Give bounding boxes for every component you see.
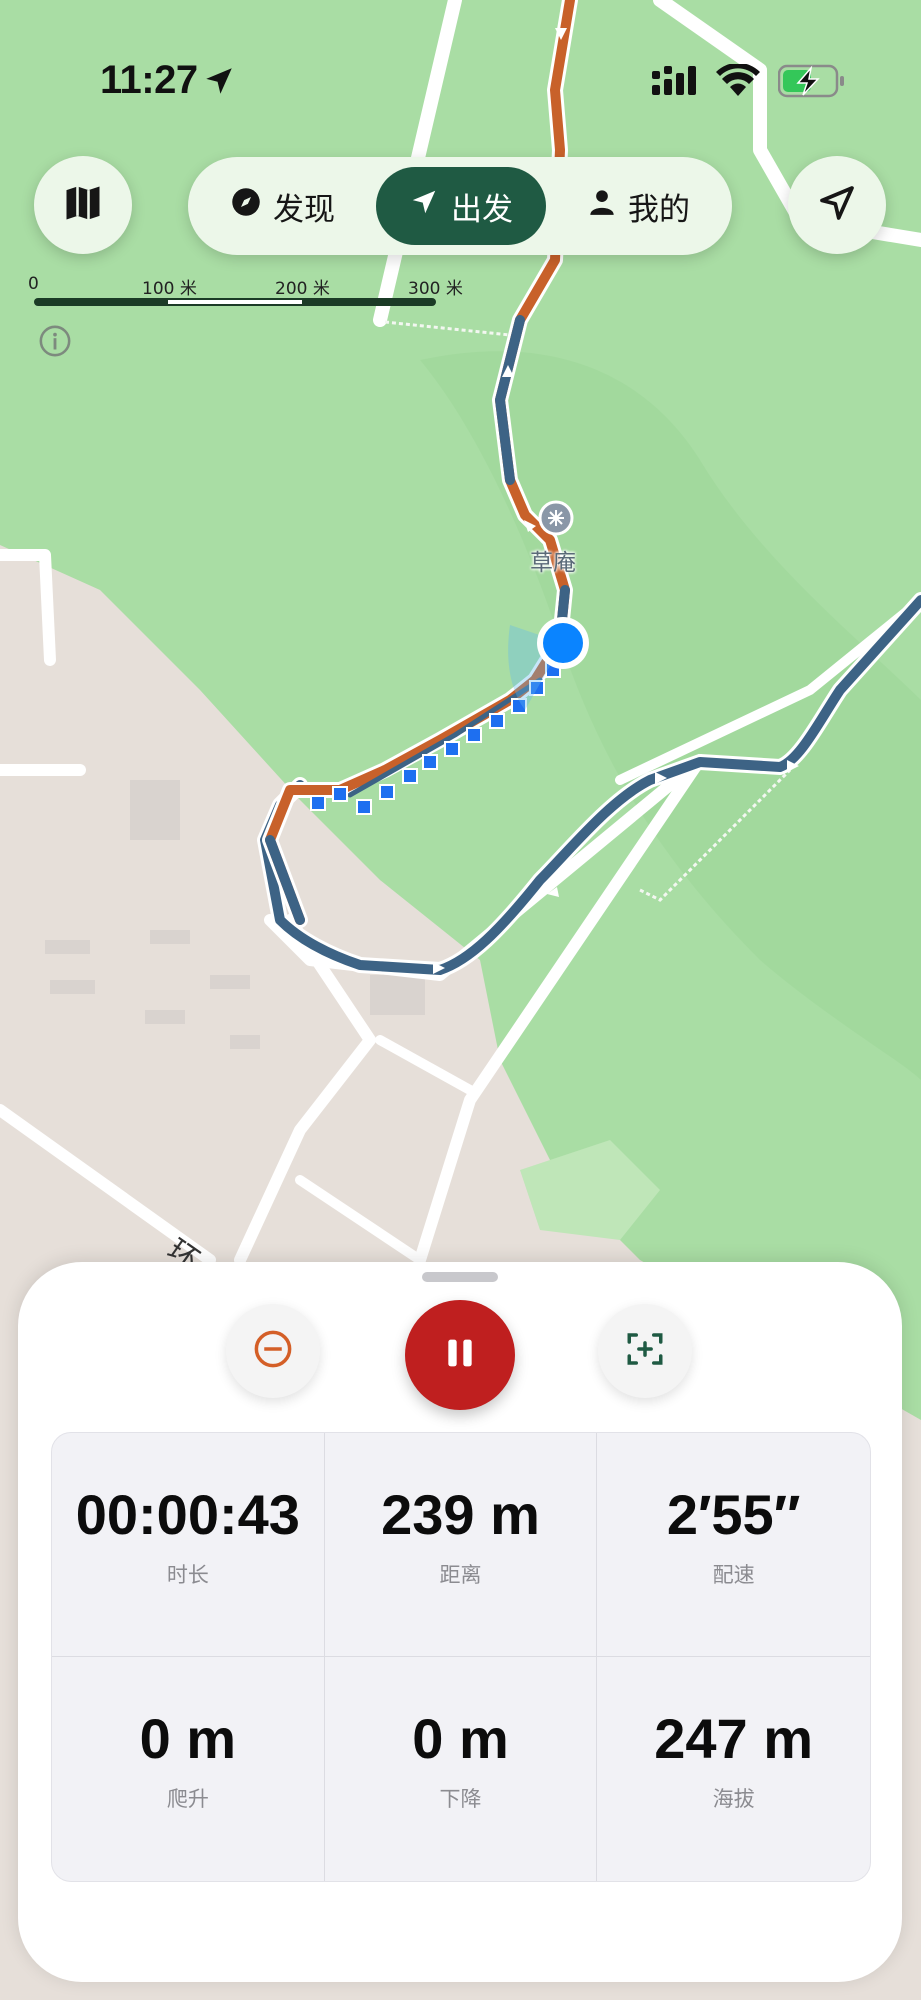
tab-discover[interactable]: 发现 <box>208 167 358 245</box>
stat-descent: 0 m 下降 <box>325 1657 598 1881</box>
tab-go-label: 出发 <box>451 191 513 228</box>
tab-discover-label: 发现 <box>273 191 335 228</box>
pause-button[interactable] <box>405 1300 515 1410</box>
focus-track-button[interactable] <box>598 1304 692 1398</box>
location-services-icon <box>202 64 236 102</box>
stat-ascent: 0 m 爬升 <box>52 1657 325 1881</box>
stat-altitude: 247 m 海拔 <box>597 1657 870 1881</box>
zoom-out-button[interactable] <box>226 1304 320 1398</box>
tab-go[interactable]: 出发 <box>376 167 546 245</box>
info-icon[interactable] <box>38 324 72 362</box>
wifi-icon <box>716 62 760 102</box>
stat-value: 2′55″ <box>666 1482 801 1546</box>
scale-label: 0 <box>28 274 39 294</box>
stat-label: 海拔 <box>712 1787 755 1811</box>
map-icon <box>61 181 105 229</box>
stat-label: 距离 <box>439 1562 482 1587</box>
recording-panel: 00:00:43 时长 239 m 距离 2′55″ 配速 0 m 爬升 0 m… <box>18 1262 902 1982</box>
stats-grid: 00:00:43 时长 239 m 距离 2′55″ 配速 0 m 爬升 0 m… <box>51 1432 871 1882</box>
poi-label[interactable]: 草庵 <box>530 543 576 577</box>
cellular-signal-icon <box>652 66 706 100</box>
minus-circle-icon <box>252 1328 294 1374</box>
locate-me-button[interactable] <box>788 156 886 254</box>
status-time: 11:27 <box>100 58 198 102</box>
stat-value: 239 m <box>381 1482 540 1546</box>
person-icon <box>588 188 616 224</box>
stat-label: 配速 <box>712 1562 755 1587</box>
stat-pace: 2′55″ 配速 <box>597 1433 870 1657</box>
stat-value: 247 m <box>654 1707 814 1770</box>
scale-bar <box>34 298 436 306</box>
mode-switcher: 发现 出发 我的 <box>188 157 732 255</box>
location-arrow-icon <box>817 183 857 227</box>
stat-label: 时长 <box>166 1562 209 1587</box>
sheet-grabber[interactable] <box>422 1272 498 1282</box>
navigation-icon <box>409 187 439 225</box>
map-layers-button[interactable] <box>34 156 132 254</box>
stat-distance: 239 m 距离 <box>324 1433 598 1657</box>
tab-me-label: 我的 <box>628 191 690 228</box>
compass-icon <box>231 187 261 225</box>
scale-label: 100 米 <box>142 279 197 299</box>
stat-value: 00:00:43 <box>75 1482 300 1546</box>
tab-me[interactable]: 我的 <box>564 167 714 245</box>
stat-value: 0 m <box>139 1707 237 1770</box>
stat-label: 下降 <box>439 1787 482 1811</box>
stat-value: 0 m <box>412 1707 509 1770</box>
scale-label: 200 米 <box>275 279 330 299</box>
stat-duration: 00:00:43 时长 <box>52 1433 325 1657</box>
pause-icon <box>440 1333 480 1377</box>
plus-frame-icon <box>624 1328 666 1374</box>
battery-charging-icon <box>777 64 846 102</box>
stat-label: 爬升 <box>166 1787 209 1811</box>
scale-label: 300 米 <box>408 279 463 299</box>
